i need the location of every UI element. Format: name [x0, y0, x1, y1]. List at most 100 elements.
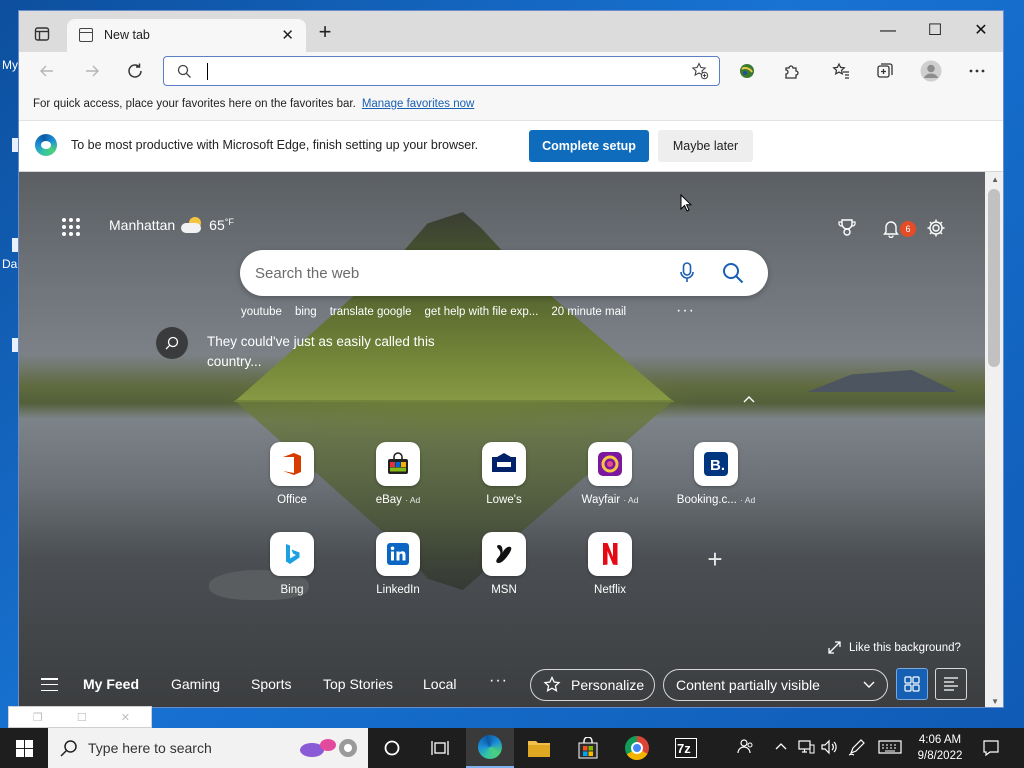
quick-search-link[interactable]: 20 minute mail	[551, 306, 626, 318]
tile-label: Lowe's	[486, 494, 522, 506]
page-settings-button[interactable]	[924, 216, 948, 240]
grid-view-button[interactable]	[896, 668, 928, 700]
favorites-button[interactable]	[829, 59, 853, 83]
forward-arrow-icon	[86, 65, 99, 77]
more-feed-tabs-button[interactable]: ···	[489, 672, 508, 690]
microphone-icon[interactable]	[680, 262, 694, 284]
weather-temperature: 65	[209, 217, 225, 233]
puzzle-icon	[785, 65, 799, 79]
back-button[interactable]	[35, 59, 59, 83]
quick-link-tile[interactable]: Office	[252, 442, 332, 506]
grid-view-icon	[904, 676, 920, 692]
list-view-button[interactable]	[935, 668, 967, 700]
collections-button[interactable]	[873, 59, 897, 83]
app-launcher-icon[interactable]	[62, 218, 80, 236]
quick-link-tile[interactable]: Lowe's	[464, 442, 544, 506]
tab-actions-button[interactable]	[27, 22, 57, 46]
content-visibility-label: Content partially visible	[676, 677, 820, 693]
system-clock[interactable]: 4:06 AM 9/8/2022	[915, 732, 965, 764]
quick-link-tile[interactable]: Netflix	[570, 532, 650, 596]
quick-link-tile[interactable]: B. Booking.c... · Ad	[676, 442, 756, 506]
web-search-box[interactable]	[240, 250, 768, 296]
taskbar-file-explorer-button[interactable]	[515, 728, 563, 768]
tab-new-tab[interactable]: New tab ✕	[67, 19, 306, 52]
network-icon[interactable]	[797, 739, 815, 755]
touch-keyboard-icon[interactable]	[878, 740, 902, 754]
edge-icon	[478, 735, 502, 759]
add-site-button[interactable]: +	[703, 546, 727, 572]
quick-link-tile[interactable]: MSN	[464, 532, 544, 596]
tile-label: LinkedIn	[376, 584, 420, 596]
speaker-icon[interactable]	[820, 739, 838, 755]
hamburger-menu-icon[interactable]	[41, 678, 58, 691]
close-window-button[interactable]: ✕	[958, 17, 1003, 45]
trending-search-button[interactable]	[156, 327, 188, 359]
quick-search-link[interactable]: translate google	[330, 306, 412, 318]
tab-local[interactable]: Local	[423, 676, 456, 692]
tab-gaming[interactable]: Gaming	[171, 676, 220, 692]
people-icon[interactable]	[737, 738, 755, 756]
tab-top-stories[interactable]: Top Stories	[323, 676, 393, 692]
rewards-button[interactable]	[835, 216, 859, 240]
maybe-later-button[interactable]: Maybe later	[658, 130, 753, 162]
new-tab-button[interactable]: +	[314, 21, 336, 44]
quick-link-tile[interactable]: Wayfair · Ad	[570, 442, 650, 506]
quick-search-link[interactable]: get help with file exp...	[425, 306, 539, 318]
forward-button[interactable]	[80, 59, 104, 83]
collapse-chevron-icon[interactable]	[743, 392, 755, 406]
new-tab-page: Manhattan 65°F 6 youtube bing translate …	[19, 172, 987, 707]
scroll-up-arrow-icon[interactable]: ▲	[991, 175, 999, 184]
scrollbar-thumb[interactable]	[988, 189, 1000, 367]
pen-workspace-icon[interactable]	[848, 738, 866, 756]
weather-widget[interactable]: Manhattan 65°F	[109, 217, 234, 233]
trending-searches: youtube bing translate google get help w…	[241, 306, 639, 318]
windows-logo-icon	[15, 739, 33, 757]
chevron-up-icon[interactable]	[775, 742, 787, 750]
taskbar-search-box[interactable]	[48, 728, 368, 768]
cortana-button[interactable]	[368, 728, 416, 768]
address-bar[interactable]	[163, 56, 720, 86]
close-icon: ✕	[120, 711, 130, 724]
web-search-input[interactable]	[255, 262, 655, 284]
close-tab-button[interactable]: ✕	[281, 26, 294, 44]
extensions-button[interactable]	[780, 59, 804, 83]
quick-search-link[interactable]: bing	[295, 306, 317, 318]
profile-button[interactable]	[919, 59, 943, 83]
quick-link-tile[interactable]: eBay · Ad	[358, 442, 438, 506]
extension-globe-button[interactable]	[735, 59, 759, 83]
quick-search-link[interactable]: youtube	[241, 306, 282, 318]
more-searches-button[interactable]: ···	[676, 302, 695, 320]
booking-icon: B.	[694, 442, 738, 486]
scroll-down-arrow-icon[interactable]: ▼	[991, 697, 999, 706]
content-visibility-dropdown[interactable]: Content partially visible	[663, 669, 888, 701]
desktop-icon-label: Da	[2, 257, 18, 271]
taskbar-7zip-button[interactable]: 7z	[662, 728, 710, 768]
taskbar-edge-button[interactable]	[466, 728, 514, 768]
manage-favorites-link[interactable]: Manage favorites now	[362, 98, 475, 110]
personalize-button[interactable]: Personalize	[530, 669, 655, 701]
add-favorite-icon[interactable]	[691, 62, 709, 80]
tab-sports[interactable]: Sports	[251, 676, 291, 692]
address-input[interactable]	[204, 61, 684, 81]
trending-headline[interactable]: They could've just as easily called this…	[207, 332, 457, 372]
search-submit-icon[interactable]	[722, 262, 744, 284]
taskbar-chrome-button[interactable]	[613, 728, 661, 768]
list-view-icon	[944, 677, 958, 691]
feed-navigation: My Feed Gaming Sports Top Stories Local …	[19, 662, 987, 707]
taskbar-search-input[interactable]	[88, 738, 288, 758]
start-button[interactable]	[0, 728, 48, 768]
quick-link-tile[interactable]: Bing	[252, 532, 332, 596]
like-background-link[interactable]: Like this background?	[828, 641, 961, 654]
settings-more-button[interactable]	[965, 59, 989, 83]
quick-link-tile[interactable]: LinkedIn	[358, 532, 438, 596]
action-center-icon[interactable]	[982, 739, 1000, 757]
refresh-button[interactable]	[123, 59, 147, 83]
task-view-button[interactable]	[416, 728, 464, 768]
personalize-label: Personalize	[571, 677, 645, 693]
complete-setup-button[interactable]: Complete setup	[529, 130, 649, 162]
minimize-button[interactable]: —	[865, 17, 911, 45]
taskbar-store-button[interactable]	[564, 728, 612, 768]
tab-my-feed[interactable]: My Feed	[83, 676, 139, 692]
tab-title: New tab	[104, 28, 150, 42]
maximize-button[interactable]: ☐	[912, 17, 958, 45]
